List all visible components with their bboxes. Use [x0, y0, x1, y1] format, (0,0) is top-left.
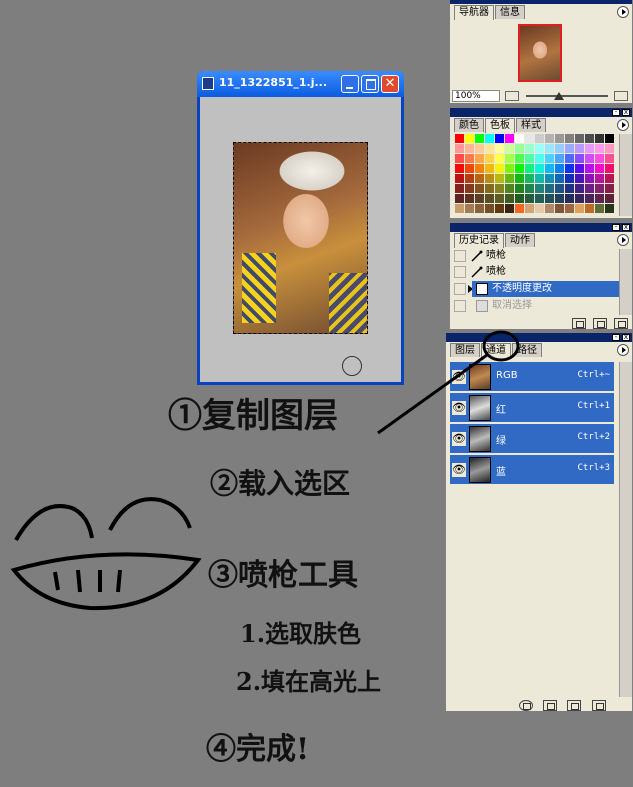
channels-tab-circle: [482, 330, 520, 362]
smiley-mouth: [10, 552, 202, 611]
smiley-left-eye: [14, 504, 94, 541]
smiley-right-eye: [108, 497, 192, 531]
annotation-step-3: ③喷枪工具: [208, 558, 358, 593]
annotation-sub-1: 1.选取肤色: [240, 619, 362, 648]
annotation-step-1: ①复制图层: [168, 396, 338, 436]
annotation-sub-2: 2.填在高光上: [236, 667, 382, 696]
annotation-step-4: ④完成!: [206, 732, 310, 767]
annotation-step-2: ②载入选区: [210, 467, 351, 500]
annotation-arrow: [377, 353, 488, 435]
smiley-teeth: [53, 569, 122, 593]
